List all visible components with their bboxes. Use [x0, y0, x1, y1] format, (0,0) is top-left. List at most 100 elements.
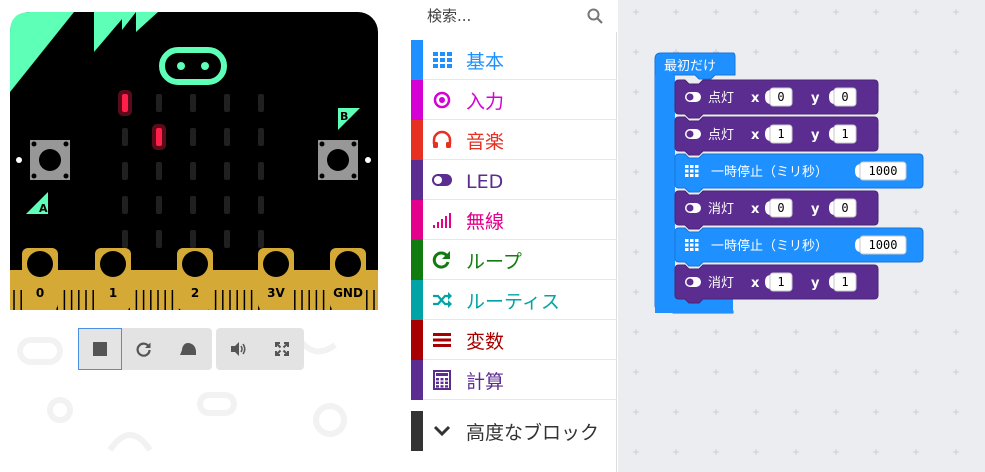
param-x-label: x	[751, 202, 760, 217]
x-value: 1	[777, 127, 784, 141]
block-label: 点灯	[708, 128, 734, 143]
x-value: 0	[777, 201, 784, 215]
y-value: 1	[841, 127, 848, 141]
led	[122, 128, 128, 146]
code-block-4[interactable]: 消灯 x 0 y 0	[674, 190, 879, 230]
block-label: 点灯	[708, 91, 734, 106]
led	[258, 230, 264, 248]
category-label: 入力	[466, 91, 505, 113]
category-color-bar	[411, 360, 423, 400]
x-value: 0	[777, 90, 784, 104]
led	[258, 128, 264, 146]
restart-icon	[136, 342, 151, 357]
stop-button[interactable]	[78, 328, 122, 370]
pin-label: 0	[36, 286, 44, 300]
ms-value: 1000	[869, 164, 898, 178]
slowmo-button[interactable]	[166, 328, 210, 370]
led	[224, 162, 230, 180]
led	[122, 196, 128, 214]
param-y-label: y	[811, 91, 820, 106]
led	[156, 128, 162, 146]
toolbox-category-7[interactable]: ルーティス	[411, 280, 617, 320]
ms-value: 1000	[869, 238, 898, 252]
led	[156, 196, 162, 214]
led	[122, 162, 128, 180]
param-y-label: y	[811, 128, 820, 143]
button-a-label: A	[39, 202, 48, 215]
refresh-icon	[432, 251, 450, 269]
toolbox-category-3[interactable]: 音楽	[411, 120, 617, 160]
led	[190, 94, 196, 112]
toolbox-category-2[interactable]: 入力	[411, 80, 617, 120]
block-label: 消灯	[708, 276, 734, 291]
shuffle-icon	[433, 292, 452, 308]
code-block-5[interactable]: 一時停止（ミリ秒） 1000	[674, 227, 924, 267]
toolbox-category-4[interactable]: LED	[411, 160, 617, 200]
category-label: 基本	[466, 51, 505, 73]
target-icon	[433, 91, 451, 109]
y-value: 0	[841, 90, 848, 104]
led	[122, 94, 128, 112]
pin-label: GND	[333, 286, 363, 300]
pin-label: 2	[191, 286, 199, 300]
category-color-bar	[411, 160, 423, 200]
code-block-3[interactable]: 一時停止（ミリ秒） 1000	[674, 153, 924, 193]
simulator-controls	[78, 328, 212, 370]
grid-icon	[685, 239, 699, 251]
simulator-panel: A B 0 1 2 3V GND	[0, 0, 411, 472]
led	[156, 94, 162, 112]
category-label: LED	[466, 171, 504, 193]
y-value: 1	[841, 275, 848, 289]
led	[190, 162, 196, 180]
signal-icon	[433, 213, 451, 228]
category-label: 無線	[466, 211, 505, 233]
mute-button[interactable]	[216, 328, 260, 370]
button-b-label: B	[340, 110, 348, 123]
category-color-bar	[411, 120, 423, 160]
category-color-bar	[411, 280, 423, 320]
led	[190, 128, 196, 146]
grid-icon	[685, 165, 699, 177]
param-x-label: x	[751, 276, 760, 291]
led	[258, 196, 264, 214]
category-color-bar	[411, 240, 423, 280]
category-label: 計算	[466, 371, 505, 393]
fullscreen-icon	[275, 342, 289, 356]
code-block-1[interactable]: 点灯 x 0 y 0	[674, 79, 879, 119]
toolbox-category-1[interactable]: 基本	[411, 40, 617, 80]
category-label: 変数	[466, 331, 505, 353]
led	[224, 196, 230, 214]
toolbox-category-5[interactable]: 無線	[411, 200, 617, 240]
lines-icon	[433, 333, 451, 347]
calculator-icon	[433, 370, 451, 390]
background-decoration	[17, 337, 347, 452]
led	[224, 94, 230, 112]
block-label: 消灯	[708, 202, 734, 217]
advanced-blocks-toggle[interactable]: 高度なブロック	[411, 411, 617, 453]
toolbox-category-9[interactable]: 計算	[411, 360, 617, 400]
toolbox: 基本入力音楽 LED 無線ループルーティス変数計算 高度なブロック	[411, 0, 617, 472]
on-start-label: 最初だけ	[664, 59, 716, 74]
category-label: ルーティス	[466, 291, 560, 313]
toolbox-category-6[interactable]: ループ	[411, 240, 617, 280]
category-color-bar	[411, 320, 423, 360]
x-value: 1	[777, 275, 784, 289]
param-y-label: y	[811, 202, 820, 217]
led	[156, 230, 162, 248]
block-workspace[interactable]: 最初だけ点灯 x 0 y 0 点灯 x 1 y 1 一時停止（ミリ秒） 1000 消灯 x 0 y 0 一時停止（…	[618, 0, 985, 472]
restart-button[interactable]	[122, 328, 166, 370]
code-block-6[interactable]: 消灯 x 1 y 1	[674, 264, 879, 304]
led	[258, 162, 264, 180]
simulator-controls-2	[216, 328, 304, 370]
led	[190, 230, 196, 248]
fullscreen-button[interactable]	[260, 328, 304, 370]
led	[224, 230, 230, 248]
y-value: 0	[841, 201, 848, 215]
stop-icon	[93, 342, 107, 356]
code-block-2[interactable]: 点灯 x 1 y 1	[674, 116, 879, 156]
led	[122, 230, 128, 248]
toolbox-category-8[interactable]: 変数	[411, 320, 617, 360]
search-icon[interactable]	[587, 8, 603, 24]
blocks-canvas: 最初だけ点灯 x 0 y 0 点灯 x 1 y 1 一時停止（ミリ秒） 1000 消灯 x 0 y 0 一時停止（…	[654, 52, 924, 314]
param-x-label: x	[751, 128, 760, 143]
